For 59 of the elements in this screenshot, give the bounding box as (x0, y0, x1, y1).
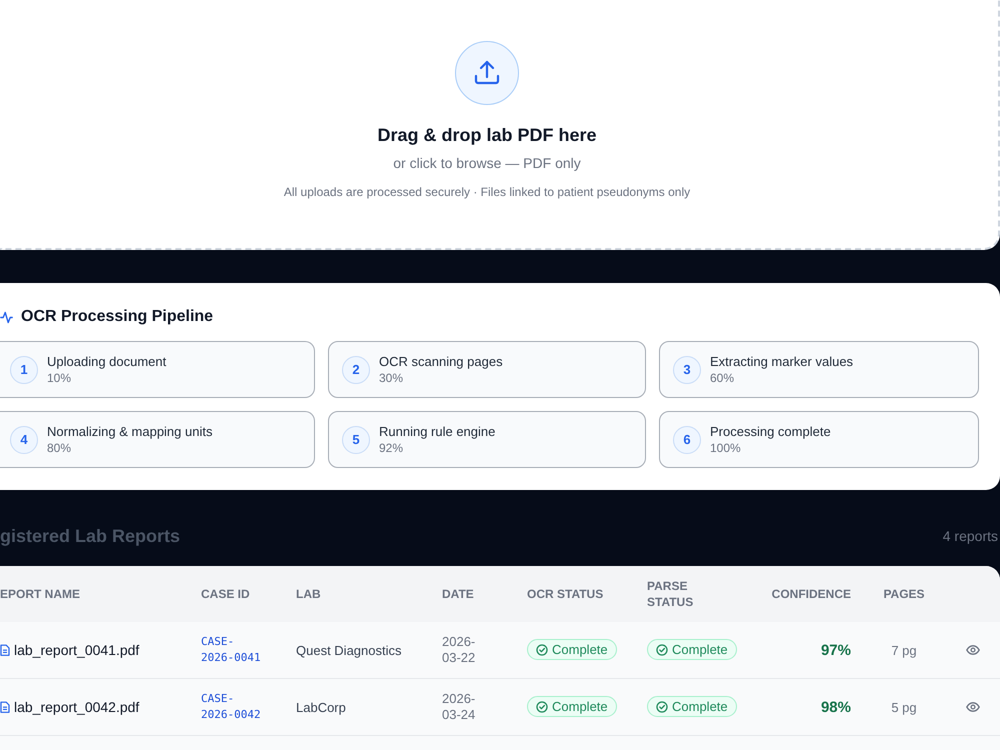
view-eye-icon[interactable] (966, 702, 980, 712)
step-label: Processing complete (710, 424, 831, 440)
file-icon (0, 701, 10, 713)
step-number: 2 (342, 356, 370, 384)
step-label: OCR scanning pages (379, 354, 503, 370)
step-percentage: 10% (47, 370, 72, 386)
status-badge: Complete (647, 639, 737, 660)
step-percentage: 60% (710, 370, 736, 386)
panel-title: OCR Processing Pipeline (21, 308, 214, 326)
column-header: EPORT NAME (0, 586, 80, 602)
view-eye-icon[interactable] (966, 645, 980, 655)
check-circle-icon (536, 700, 548, 713)
page-count: 7 pg (891, 642, 917, 658)
confidence-value: 98% (820, 698, 851, 716)
step-number: 1 (10, 356, 38, 384)
status-badge: Complete (527, 639, 617, 660)
pulse-icon (0, 310, 13, 324)
column-header: CONFIDENCE (772, 586, 851, 602)
check-circle-icon (656, 700, 668, 713)
file-name: lab_report_0042.pdf (14, 699, 140, 715)
step-number: 4 (10, 426, 38, 454)
check-circle-icon (536, 644, 548, 656)
report-date: 2026-03-22 (442, 634, 476, 666)
section-title: gistered Lab Reports (0, 526, 180, 546)
file-name: lab_report_0041.pdf (14, 642, 140, 658)
step-label: Uploading document (47, 354, 166, 370)
step-percentage: 80% (47, 440, 72, 456)
column-header: PARSE STATUS (647, 578, 694, 610)
step-number: 5 (342, 426, 370, 454)
step-percentage: 100% (710, 440, 742, 456)
step-percentage: 30% (379, 370, 404, 386)
dropzone-subtitle: or click to browse — PDF only (393, 154, 581, 173)
lab-name: Quest Diagnostics (296, 642, 402, 658)
step-number: 3 (673, 356, 701, 384)
step-label: Normalizing & mapping units (47, 424, 212, 440)
column-header: CASE ID (201, 586, 250, 602)
dropzone-title: Drag & drop lab PDF here (377, 124, 597, 147)
dropzone-note: All uploads are processed securely · Files linked to patient pseudonyms only (284, 184, 690, 201)
step-number: 6 (673, 426, 701, 454)
lab-name: LabCorp (296, 700, 347, 714)
step-label: Extracting marker values (710, 354, 854, 370)
step-percentage: 92% (379, 440, 404, 456)
step-label: Running rule engine (379, 424, 496, 440)
case-id: CASE-2026-0041 (201, 634, 262, 666)
column-header: DATE (442, 586, 474, 602)
confidence-value: 97% (820, 642, 851, 658)
status-badge: Complete (647, 696, 737, 718)
column-header: PAGES (883, 586, 925, 602)
status-badge: Complete (527, 696, 617, 718)
report-count: 4 reports (942, 528, 999, 544)
page-count: 5 pg (891, 700, 917, 714)
case-id: CASE-2026-0042 (201, 691, 262, 723)
check-circle-icon (656, 644, 668, 656)
column-header: LAB (296, 586, 321, 602)
column-header: OCR STATUS (527, 586, 604, 602)
upload-icon (455, 41, 519, 105)
file-icon (0, 644, 10, 656)
upload-dropzone[interactable]: Drag & drop lab PDF here or click to browse — PDF only All uploads are processed securely · Files linked to patient pseudonyms only (0, 0, 1000, 250)
report-date: 2026-03-24 (442, 691, 476, 723)
